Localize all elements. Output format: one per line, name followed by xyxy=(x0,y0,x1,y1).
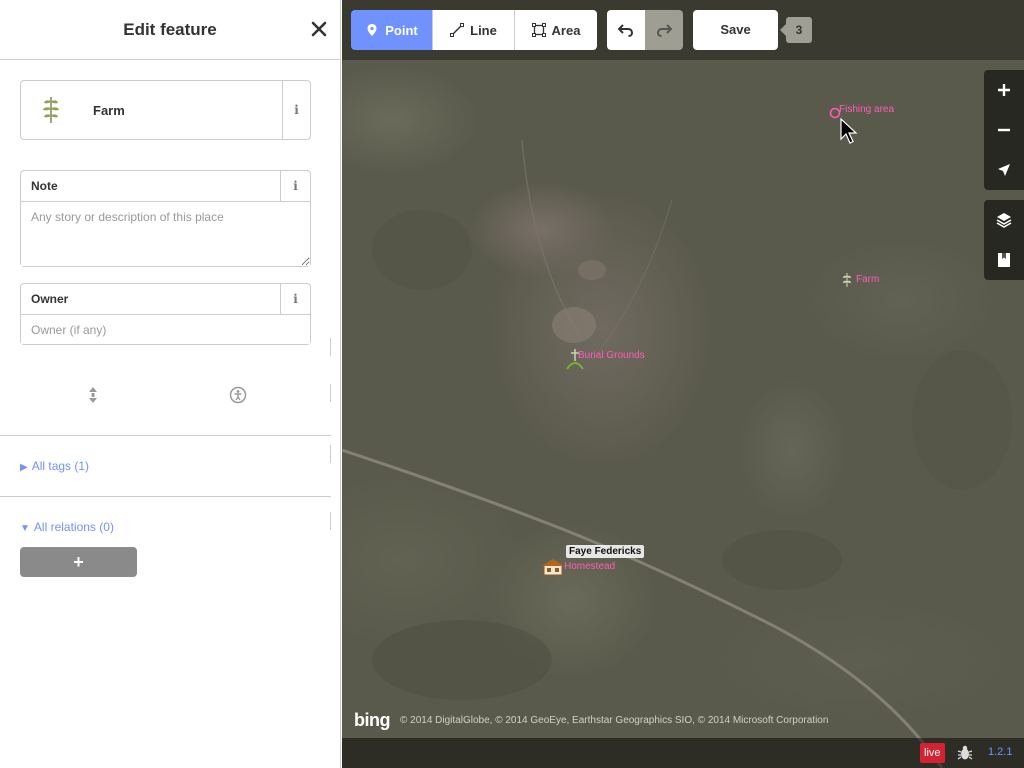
add-point-button[interactable]: Point xyxy=(351,10,433,50)
farm-label: Farm xyxy=(856,274,880,285)
redo-button[interactable] xyxy=(645,10,683,50)
satellite-imagery xyxy=(342,139,1012,768)
sidebar-title: Edit feature xyxy=(123,20,217,39)
info-icon: i xyxy=(294,103,299,117)
all-relations-label: All relations (0) xyxy=(33,520,114,534)
preset-name: Farm xyxy=(93,103,125,118)
map-footer: live 1.2.1 xyxy=(342,738,1024,768)
bing-logo: bing xyxy=(354,710,391,730)
accessibility-icon[interactable] xyxy=(229,386,247,404)
area-icon xyxy=(531,23,546,37)
preset-selector[interactable]: Farm i xyxy=(20,80,311,140)
disclosure-right-icon: ▶ xyxy=(20,462,28,473)
note-field: Note i xyxy=(20,170,311,267)
background-layers-button[interactable] xyxy=(984,200,1024,240)
section-divider xyxy=(0,435,331,436)
book-icon xyxy=(998,253,1010,267)
zoom-controls xyxy=(984,70,1024,190)
location-arrow-icon xyxy=(998,164,1010,176)
all-relations-toggle[interactable]: ▼ All relations (0) xyxy=(20,520,114,534)
farm-vertex-icon[interactable] xyxy=(840,272,854,288)
close-icon[interactable] xyxy=(308,18,330,40)
help-button[interactable] xyxy=(984,240,1024,280)
add-mode-group: Point Line Area xyxy=(351,10,597,50)
burial-grounds-label: Burial Grounds xyxy=(578,350,645,361)
sidebar-resizer-mark xyxy=(330,384,331,402)
info-icon: i xyxy=(293,292,298,306)
plus-icon xyxy=(998,84,1010,96)
imagery-attribution: © 2014 DigitalGlobe, © 2014 GeoEye, Eart… xyxy=(400,715,829,726)
note-label: Note xyxy=(31,179,58,193)
info-icon: i xyxy=(293,179,298,193)
save-button[interactable]: Save xyxy=(693,10,778,50)
farm-plant-icon xyxy=(39,95,63,125)
owner-info-button[interactable]: i xyxy=(280,284,310,314)
mouse-cursor-icon xyxy=(840,118,858,144)
more-fields-row xyxy=(0,380,331,410)
add-relation-button[interactable]: + xyxy=(20,547,137,577)
version-label[interactable]: 1.2.1 xyxy=(988,746,1012,758)
zoom-in-button[interactable] xyxy=(984,70,1024,110)
undo-button[interactable] xyxy=(607,10,645,50)
homestead-label: Homestead xyxy=(564,561,616,572)
zoom-out-button[interactable] xyxy=(984,110,1024,150)
live-badge: live xyxy=(920,743,945,763)
all-tags-toggle[interactable]: ▶ All tags (1) xyxy=(20,459,89,473)
section-divider xyxy=(0,496,331,497)
fishing-area-label: Fishing area xyxy=(839,104,895,115)
add-area-button[interactable]: Area xyxy=(515,10,597,50)
disclosure-down-icon: ▼ xyxy=(20,523,30,534)
owner-field: Owner i xyxy=(20,283,311,345)
preset-info-button[interactable]: i xyxy=(282,81,310,139)
layers-icon xyxy=(996,213,1012,228)
note-info-button[interactable]: i xyxy=(280,171,310,201)
sidebar-resizer-mark xyxy=(330,445,331,463)
owner-input[interactable] xyxy=(21,315,310,344)
panel-controls xyxy=(984,200,1024,280)
point-marker-icon xyxy=(367,24,377,36)
line-icon xyxy=(450,23,465,37)
area-label: Area xyxy=(551,22,581,38)
sidebar-header: Edit feature xyxy=(0,0,340,60)
add-line-button[interactable]: Line xyxy=(433,10,515,50)
minus-icon xyxy=(998,128,1010,132)
line-label: Line xyxy=(470,22,497,38)
all-tags-label: All tags (1) xyxy=(31,459,90,473)
elevation-icon[interactable] xyxy=(84,386,102,404)
redo-icon xyxy=(656,24,672,37)
bug-report-icon[interactable] xyxy=(956,744,974,762)
history-group xyxy=(607,10,683,50)
homestead-house-icon[interactable] xyxy=(542,558,564,576)
note-field-label: Note i xyxy=(21,171,310,202)
owner-field-label: Owner i xyxy=(21,284,310,315)
map-canvas[interactable]: Fishing area Farm Burial Grounds Faye Fe… xyxy=(342,0,1024,768)
undo-icon xyxy=(618,24,634,37)
edit-count-badge: 3 xyxy=(780,17,812,43)
owner-label: Owner xyxy=(31,292,69,306)
faye-federicks-label: Faye Federicks xyxy=(566,545,645,558)
sidebar: Edit feature Farm i Note i Any story or … xyxy=(0,0,341,768)
geolocate-button[interactable] xyxy=(984,150,1024,190)
note-textarea[interactable] xyxy=(21,202,310,266)
sidebar-resizer-mark xyxy=(330,338,331,356)
point-label: Point xyxy=(385,22,418,38)
sidebar-resizer-mark xyxy=(330,512,331,530)
top-toolbar: Point Line Area Save 3 xyxy=(342,0,1024,60)
